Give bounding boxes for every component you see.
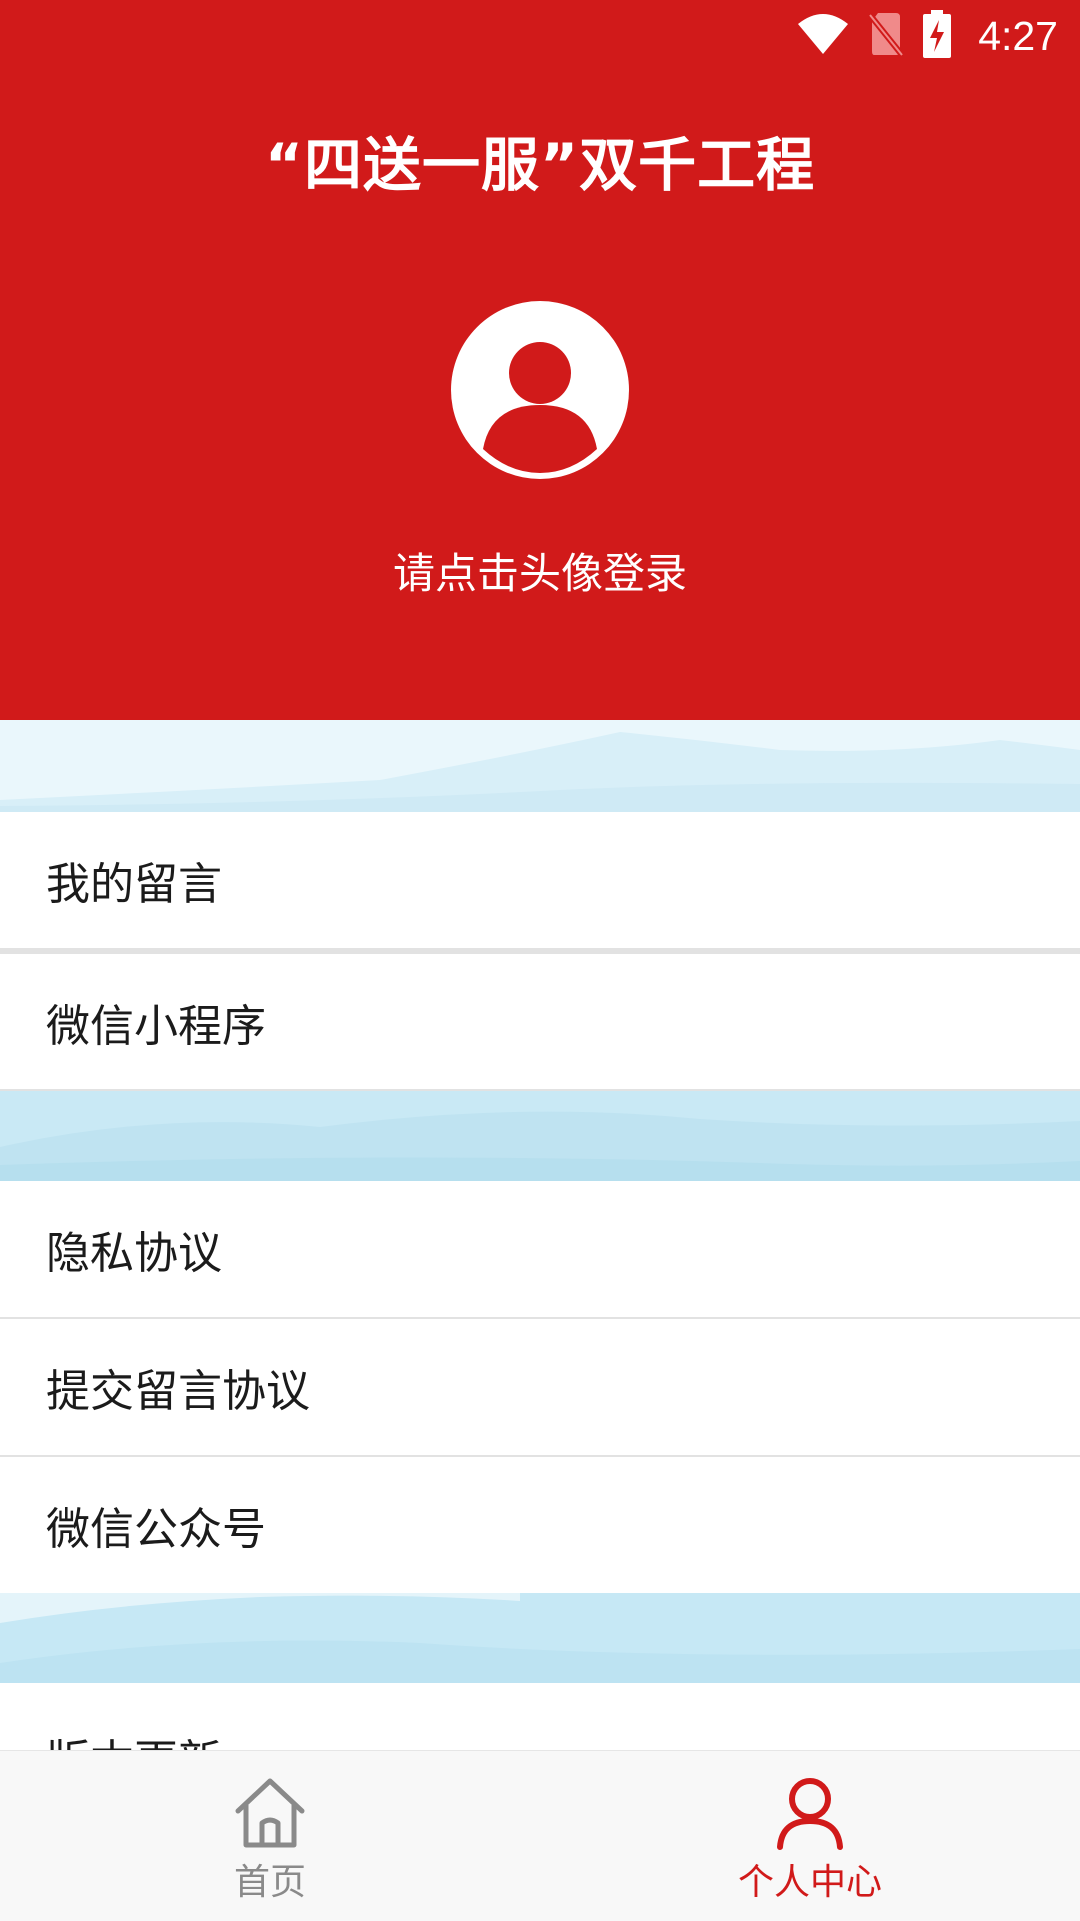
decorative-band: [0, 720, 1080, 812]
wifi-icon: [796, 12, 850, 60]
menu-item-label: 我的留言: [46, 859, 222, 910]
menu-item-wechat-official-account[interactable]: 微信公众号: [0, 1457, 1080, 1593]
menu-item-label: 提交留言协议: [46, 1366, 310, 1417]
person-icon: [777, 1778, 843, 1850]
tab-label: 个人中心: [737, 1862, 882, 1903]
status-bar: 4:27: [0, 0, 1080, 72]
decorative-band: [0, 1593, 1080, 1683]
avatar-button[interactable]: [451, 301, 629, 479]
menu-item-label: 隐私协议: [46, 1228, 222, 1279]
home-icon: [235, 1778, 305, 1848]
status-time: 4:27: [978, 12, 1058, 59]
menu-item-privacy-policy[interactable]: 隐私协议: [0, 1181, 1080, 1317]
login-hint: 请点击头像登录: [392, 549, 687, 598]
tab-label: 首页: [233, 1862, 306, 1903]
menu-item-message-agreement[interactable]: 提交留言协议: [0, 1319, 1080, 1455]
menu-item-wechat-mini-program[interactable]: 微信小程序: [0, 954, 1080, 1090]
no-sim-icon: [867, 11, 905, 61]
menu-item-my-messages[interactable]: 我的留言: [0, 812, 1080, 948]
menu-item-label: 微信小程序: [46, 1001, 266, 1052]
page-title: “四送一服”双千工程: [264, 131, 816, 199]
menu-item-label: 版本更新: [46, 1725, 222, 1750]
menu-item-version-update[interactable]: 版本更新: [0, 1683, 1080, 1750]
user-avatar-icon: [483, 342, 597, 473]
tab-home[interactable]: 首页: [0, 1751, 540, 1921]
tab-profile[interactable]: 个人中心: [540, 1751, 1080, 1921]
bottom-tab-bar: 首页 个人中心: [0, 1750, 1080, 1921]
menu-item-label: 微信公众号: [46, 1504, 266, 1555]
battery-charging-icon: [922, 9, 952, 63]
decorative-band: [0, 1091, 1080, 1181]
profile-header: 4:27 “四送一服”双千工程 请点击头像登录: [0, 0, 1080, 720]
